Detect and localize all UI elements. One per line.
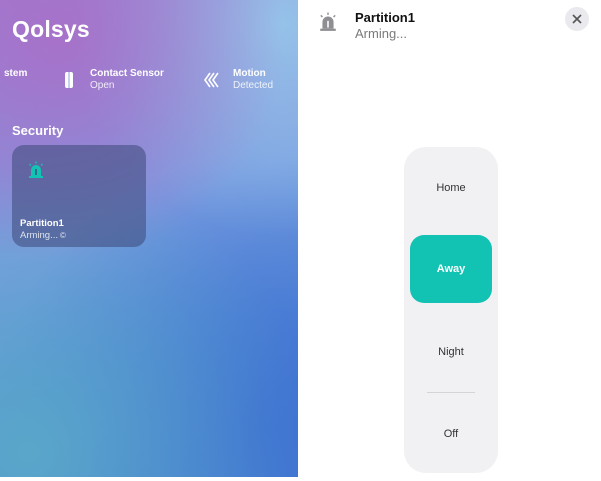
tile-state-text: Arming...	[20, 230, 59, 241]
accessory-name: Contact Sensor	[90, 68, 164, 79]
accessory-motion[interactable]: Motion Detected	[204, 67, 298, 95]
spinner-icon: ©	[60, 231, 66, 240]
divider	[427, 392, 475, 393]
home-pane: Qolsys stem Contact Sensor Open Motion D…	[0, 0, 298, 477]
close-button[interactable]	[565, 7, 589, 31]
mode-away[interactable]: Away	[410, 235, 492, 303]
accessory-name: stem	[4, 68, 28, 79]
security-alarm-icon	[320, 12, 336, 31]
accessory-contact-sensor[interactable]: Contact Sensor Open	[62, 67, 192, 95]
mode-picker: Home Away Night Off	[404, 147, 498, 473]
accessory-state: Detected	[233, 80, 274, 91]
detail-title: Partition1	[355, 10, 415, 25]
security-alarm-icon	[29, 161, 43, 178]
mode-night[interactable]: Night	[404, 346, 498, 358]
motion-sensor-icon	[204, 72, 219, 88]
tile-state: Arming... ©	[20, 230, 66, 241]
detail-status: Arming...	[355, 26, 408, 41]
accessory-system[interactable]: stem	[4, 67, 27, 95]
tile-name: Partition1	[20, 218, 64, 229]
accessory-name: Motion	[233, 68, 266, 79]
home-title: Qolsys	[12, 16, 90, 42]
close-icon	[572, 14, 582, 24]
accessory-state: Open	[90, 80, 115, 91]
mode-home[interactable]: Home	[404, 182, 498, 194]
section-label-security: Security	[12, 123, 64, 138]
mode-off[interactable]: Off	[404, 428, 498, 440]
contact-sensor-icon	[65, 72, 73, 88]
